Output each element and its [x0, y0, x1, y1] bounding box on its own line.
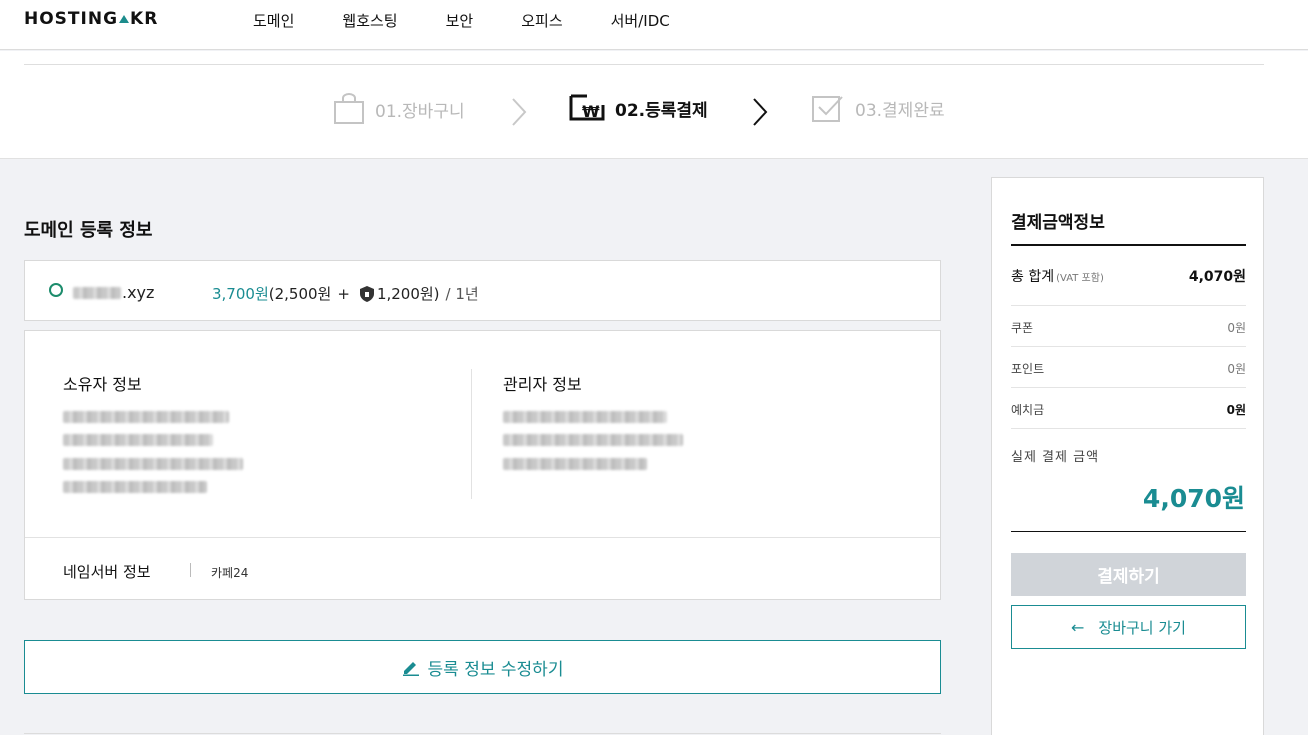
nav-security[interactable]: 보안: [446, 10, 474, 31]
point-row: 포인트 0원: [1011, 360, 1246, 377]
section-title: 도메인 등록 정보: [24, 220, 153, 241]
main-nav: 도메인 웹호스팅 보안 오피스 서버/IDC: [253, 10, 718, 31]
step-payment: ₩ 02.등록결제: [569, 93, 708, 123]
domain-name: .xyz: [73, 283, 154, 302]
divider: [1011, 428, 1246, 429]
coupon-label: 쿠폰: [1011, 321, 1034, 335]
top-navigation-bar: HOSTING KR 도메인 웹호스팅 보안 오피스 서버/IDC: [0, 0, 1308, 50]
svg-text:₩: ₩: [582, 102, 600, 121]
divider: [25, 537, 940, 538]
divider: [190, 563, 191, 577]
shopping-bag-icon: [334, 93, 364, 124]
divider: [1011, 387, 1246, 388]
coupon-row: 쿠폰 0원: [1011, 319, 1246, 336]
domain-suffix: .xyz: [122, 283, 155, 302]
summary-title: 결제금액정보: [1011, 213, 1105, 233]
step-complete: 03.결제완료: [811, 93, 945, 123]
site-logo[interactable]: HOSTING KR: [24, 9, 158, 29]
won-card-icon: ₩: [569, 94, 605, 121]
redacted-text: [63, 458, 243, 470]
price-total: 3,700원: [212, 285, 269, 303]
nav-webhosting[interactable]: 웹호스팅: [342, 10, 397, 31]
divider: [471, 369, 472, 499]
nameserver-info-title: 네임서버 정보: [63, 563, 151, 581]
radio-circle-icon: [49, 283, 63, 297]
go-to-cart-label: 장바구니 가기: [1098, 618, 1186, 637]
redacted-text: [73, 286, 121, 299]
contact-info-panel: 소유자 정보 관리자 정보 네임서버 정보 카페24: [24, 330, 941, 600]
divider: [1011, 305, 1246, 306]
deposit-label: 예치금: [1011, 403, 1045, 417]
pencil-icon: [402, 662, 419, 676]
nav-domain[interactable]: 도메인: [253, 10, 294, 31]
divider: [1011, 531, 1246, 532]
step-complete-label: 03.결제완료: [855, 100, 945, 121]
period: / 1년: [445, 285, 479, 303]
price-security: 1,200원): [376, 285, 440, 303]
security-shield-icon: [359, 285, 374, 302]
final-amount-value: 4,070원: [1142, 484, 1245, 513]
redacted-text: [63, 434, 213, 446]
divider: [24, 64, 1264, 65]
divider: [24, 733, 941, 734]
point-value: 0원: [1227, 362, 1246, 376]
deposit-value: 0원: [1226, 403, 1246, 417]
check-box-icon: [812, 96, 843, 122]
go-to-cart-button[interactable]: ← 장바구니 가기: [1011, 605, 1246, 649]
pay-button[interactable]: 결제하기: [1011, 553, 1246, 596]
redacted-text: [503, 458, 647, 470]
divider: [1011, 244, 1246, 246]
final-amount-label: 실제 결제 금액: [1011, 450, 1100, 465]
redacted-text: [503, 411, 667, 423]
divider: [1011, 346, 1246, 347]
coupon-value: 0원: [1227, 321, 1246, 335]
arrow-left-icon: ←: [1071, 617, 1085, 637]
payment-summary-panel: 결제금액정보 총 합계 (VAT 포함) 4,070원 쿠폰 0원 포인트 0원 …: [991, 177, 1264, 735]
edit-registration-button[interactable]: 등록 정보 수정하기: [24, 640, 941, 694]
redacted-text: [503, 434, 683, 446]
point-label: 포인트: [1011, 362, 1045, 376]
admin-info-title: 관리자 정보: [503, 375, 582, 394]
nav-server-idc[interactable]: 서버/IDC: [611, 10, 670, 31]
deposit-row: 예치금 0원: [1011, 401, 1246, 418]
redacted-text: [63, 481, 207, 493]
total-value: 4,070원: [1188, 269, 1246, 285]
price-base: (2,500원: [268, 285, 332, 303]
chevron-right-icon: [753, 98, 768, 126]
total-label: 총 합계 (VAT 포함): [1011, 269, 1104, 285]
checkout-steps: 01.장바구니 ₩ 02.등록결제 03.결제완료: [0, 51, 1308, 159]
owner-info-title: 소유자 정보: [63, 375, 142, 394]
step-payment-label: 02.등록결제: [615, 100, 708, 121]
nav-office[interactable]: 오피스: [521, 10, 562, 31]
step-cart: 01.장바구니: [333, 93, 465, 125]
domain-price: 3,700원 (2,500원 + 1,200원) / 1년: [212, 283, 479, 304]
plus-sign: +: [337, 284, 350, 303]
domain-item: .xyz 3,700원 (2,500원 + 1,200원) / 1년: [24, 260, 941, 321]
total-row: 총 합계 (VAT 포함) 4,070원: [1011, 266, 1246, 286]
redacted-text: [63, 411, 229, 423]
chevron-right-icon: [512, 98, 527, 126]
edit-registration-label: 등록 정보 수정하기: [427, 659, 564, 680]
step-cart-label: 01.장바구니: [375, 101, 465, 122]
nameserver-value: 카페24: [211, 566, 249, 580]
